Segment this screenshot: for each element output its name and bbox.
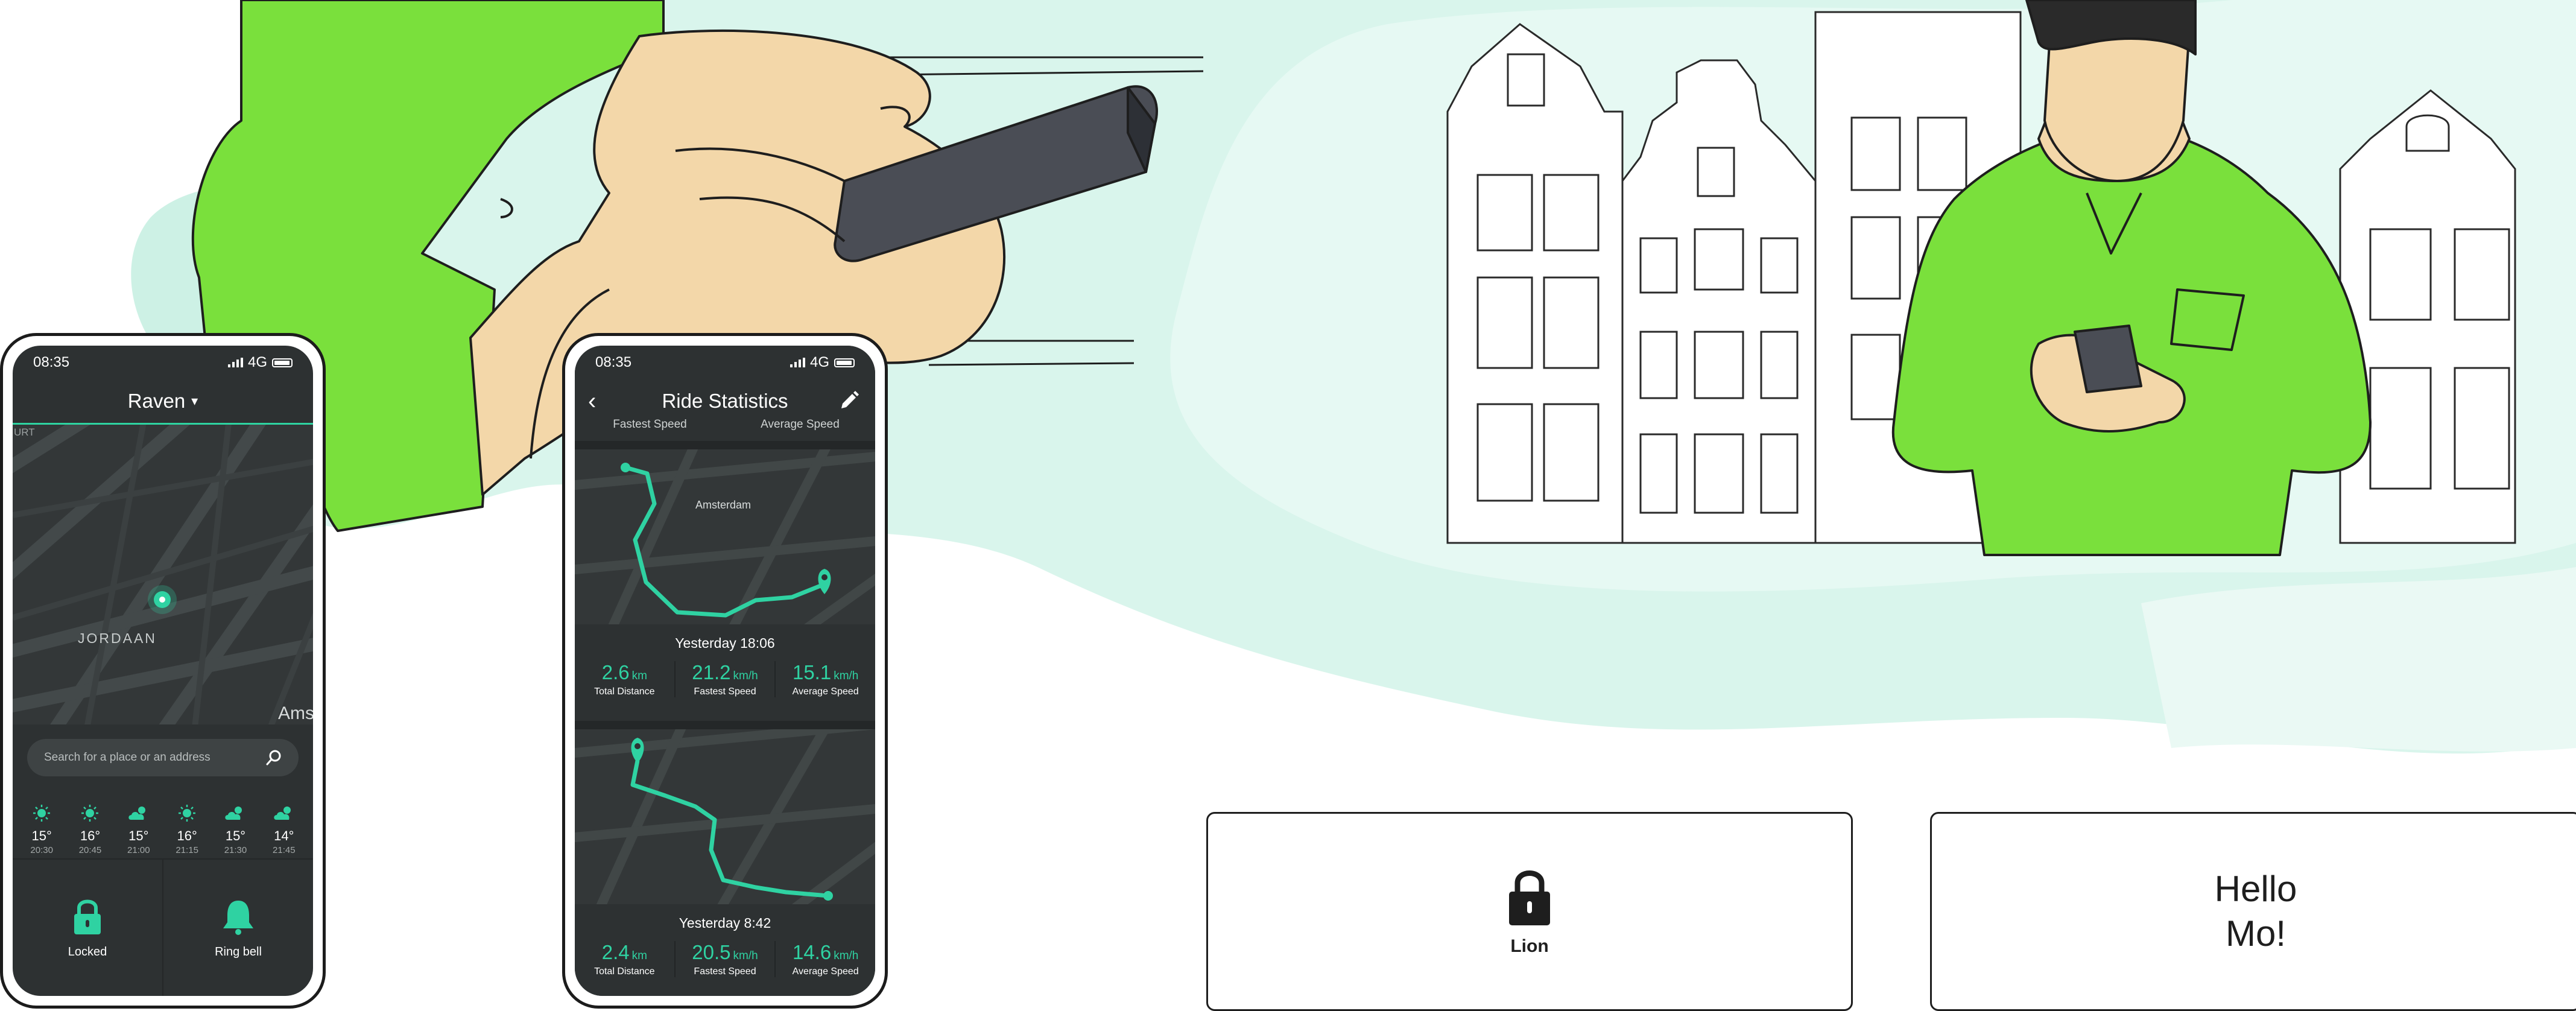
stat-fastest-speed: 21.2 km/h Fastest Speed <box>674 661 775 697</box>
battery-icon <box>834 358 855 367</box>
chevron-down-icon: ▾ <box>191 393 198 408</box>
status-time: 08:35 <box>33 354 70 370</box>
ride-date: Yesterday 18:06 <box>675 635 775 651</box>
ring-bell-label: Ring bell <box>215 945 262 959</box>
map-label: Amsterdam <box>695 499 751 511</box>
ride-card-1[interactable]: Yesterday 18:06 2.6 km Total Distance 21.… <box>575 624 875 721</box>
stat-fastest-speed: 20.5 km/h Fastest Speed <box>674 941 775 977</box>
greeting-line-1: Hello <box>2214 869 2297 909</box>
lock-label: Locked <box>68 945 107 959</box>
signal-icon <box>790 358 805 367</box>
lock-icon <box>1509 870 1550 925</box>
status-bar: 08:35 4G <box>575 346 875 379</box>
bike-name: Raven <box>127 390 186 412</box>
network-label: 4G <box>809 354 829 370</box>
previous-ride-stats-cut: Fastest Speed Average Speed <box>575 418 875 441</box>
bike-selector[interactable]: Raven ▾ <box>13 379 313 425</box>
page-title: Ride Statistics <box>662 390 788 412</box>
bell-icon <box>223 900 253 935</box>
route-map: Amsterdam <box>575 449 875 624</box>
map-view[interactable]: JORDAAN Ams URT <box>13 425 313 724</box>
sun-icon <box>33 805 51 822</box>
stat-total-distance: 2.6 km Total Distance <box>594 661 655 697</box>
network-label: 4G <box>247 354 267 370</box>
ride-map[interactable] <box>575 729 875 904</box>
lock-icon <box>74 899 101 934</box>
stats-screen: 08:35 4G ‹ Ride Statistics Fastest Speed… <box>575 346 875 996</box>
map-screen: 08:35 4G Raven ▾ JORDAAN Ams URT Search … <box>13 346 313 996</box>
cloud-sun-icon <box>274 807 291 820</box>
greeting-card: Hello Mo! <box>1930 812 2576 1011</box>
signal-icon <box>227 358 243 367</box>
cloud-sun-icon <box>225 807 242 820</box>
route-map <box>575 729 875 904</box>
search-input[interactable] <box>43 750 265 765</box>
sun-icon <box>81 805 99 822</box>
lion-lock-card[interactable]: Lion <box>1206 812 1853 1011</box>
lock-name: Lion <box>1510 936 1549 956</box>
bike-actions: Locked Ring bell <box>13 858 313 996</box>
edit-icon[interactable] <box>837 389 861 413</box>
ride-date: Yesterday 8:42 <box>679 915 771 931</box>
search-icon[interactable] <box>265 749 283 767</box>
back-arrow-icon[interactable]: ‹ <box>588 388 596 415</box>
ride-card-2[interactable]: Yesterday 8:42 2.4 km Total Distance 20.5… <box>575 904 875 996</box>
city-label: Ams <box>278 703 313 723</box>
map-streets: JORDAAN Ams URT <box>13 425 313 724</box>
stat-total-distance: 2.4 km Total Distance <box>594 941 655 977</box>
lock-button[interactable]: Locked <box>13 860 162 996</box>
status-bar: 08:35 4G <box>13 346 313 379</box>
status-time: 08:35 <box>595 354 632 370</box>
map-phone: 08:35 4G Raven ▾ JORDAAN Ams URT Search … <box>0 333 326 1009</box>
greeting-line-2: Mo! <box>2225 913 2286 954</box>
stat-average-speed: 15.1 km/h Average Speed <box>774 661 875 697</box>
cloud-sun-icon <box>128 807 145 820</box>
stats-header: ‹ Ride Statistics <box>575 379 875 423</box>
edge-label: URT <box>14 426 35 438</box>
ring-bell-button[interactable]: Ring bell <box>162 860 313 996</box>
stat-average-speed: 14.6 km/h Average Speed <box>774 941 875 977</box>
ride-map[interactable]: Amsterdam <box>575 449 875 624</box>
stats-phone: 08:35 4G ‹ Ride Statistics Fastest Speed… <box>562 333 888 1009</box>
sun-icon <box>179 805 196 822</box>
district-label: JORDAAN <box>78 630 157 646</box>
search-bar[interactable] <box>27 739 299 776</box>
battery-icon <box>272 358 293 367</box>
